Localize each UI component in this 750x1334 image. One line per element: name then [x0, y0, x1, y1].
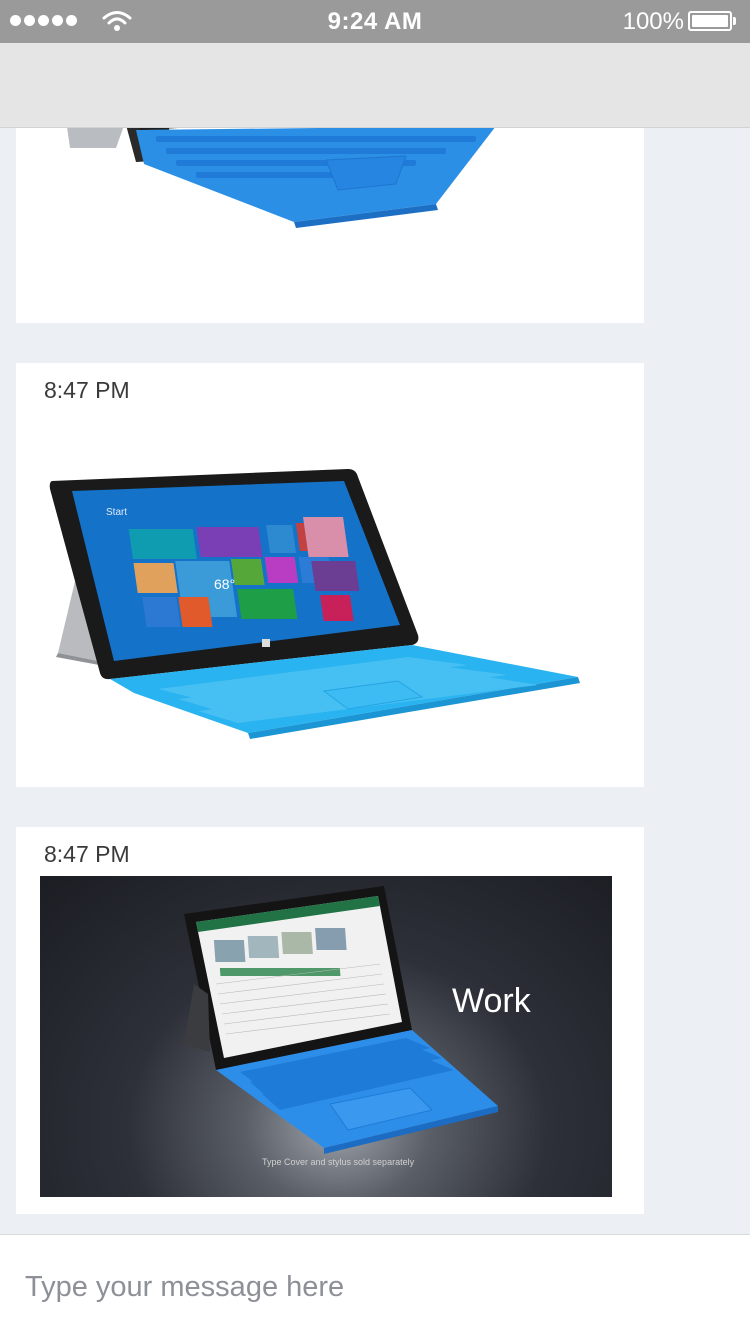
- surface-work-video-thumbnail[interactable]: Work Type Cover and stylus sold separate…: [40, 876, 612, 1197]
- message-bubble[interactable]: 8:47 PM Work Type Cover and stylus sold …: [16, 827, 644, 1214]
- status-bar: 9:24 AM 100%: [0, 0, 750, 43]
- message-bubble[interactable]: [16, 100, 644, 323]
- message-bubble[interactable]: 8:47 PM Start 68°: [16, 363, 644, 787]
- navigation-bar: [0, 43, 750, 128]
- video-caption: Type Cover and stylus sold separately: [262, 1157, 415, 1167]
- svg-text:68°: 68°: [214, 576, 235, 592]
- message-input[interactable]: [25, 1265, 725, 1309]
- surface-tablet-image[interactable]: Start 68°: [48, 467, 588, 747]
- svg-text:Start: Start: [106, 507, 127, 518]
- chat-message-list[interactable]: 8:47 PM Start 68° 8:47 PM Work Type Cove…: [0, 0, 750, 1234]
- message-timestamp: 8:47 PM: [44, 377, 130, 403]
- message-timestamp: 8:47 PM: [44, 841, 130, 867]
- battery-icon: [688, 11, 736, 31]
- video-overlay-title: Work: [452, 982, 531, 1020]
- battery-percentage: 100%: [622, 8, 684, 35]
- message-composer: [0, 1234, 750, 1334]
